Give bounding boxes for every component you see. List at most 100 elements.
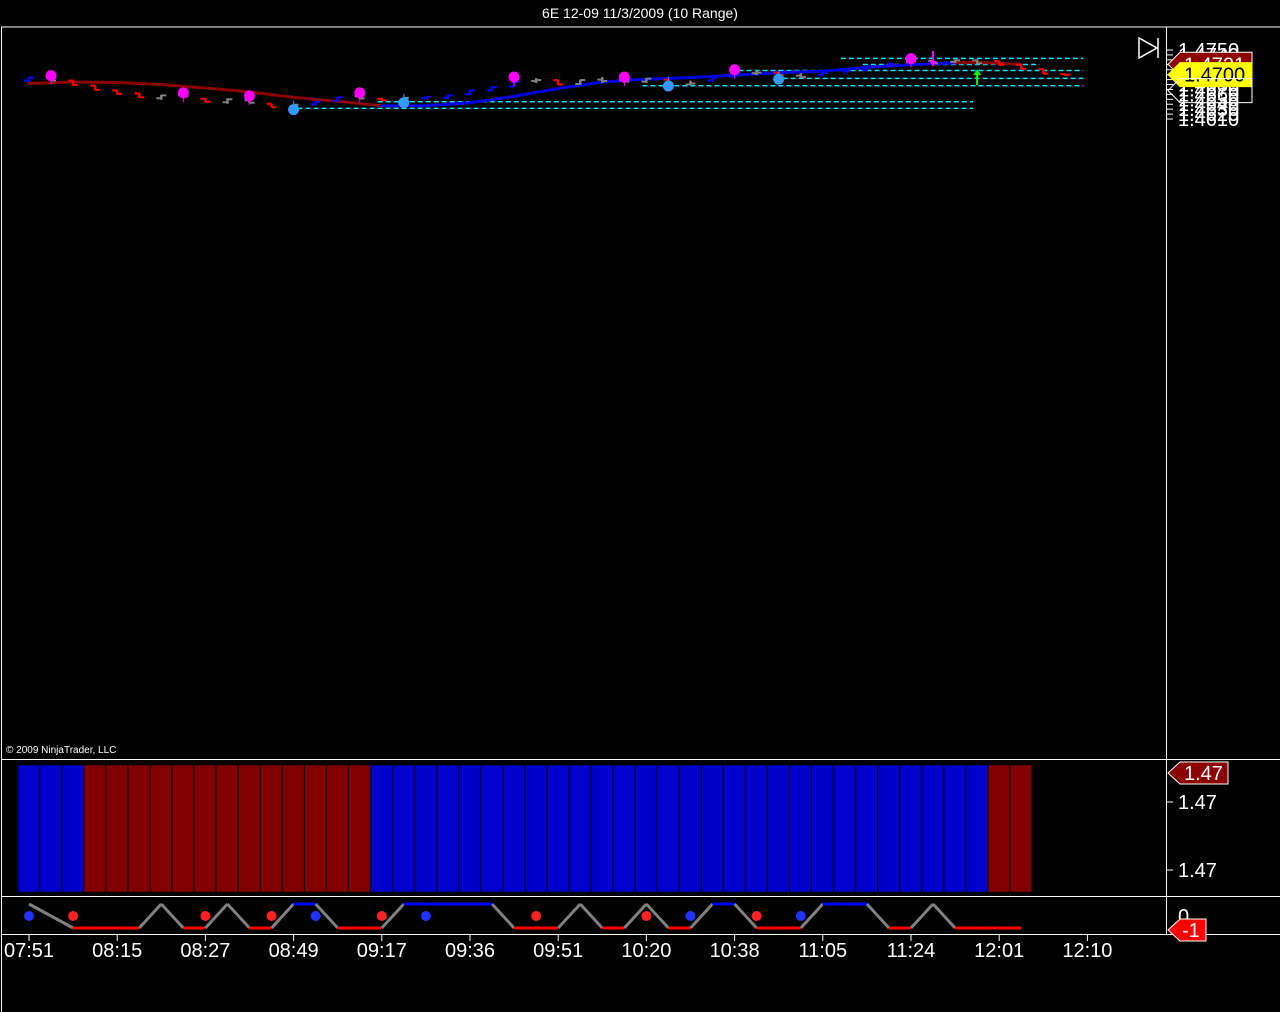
ohlc-bar (90, 84, 101, 91)
pivot-high-dot (45, 70, 57, 82)
ohlc-bar (487, 85, 498, 92)
osc-blue-dot (420, 911, 431, 921)
ma-segment (248, 90, 296, 99)
trend-bar (635, 764, 658, 893)
ohlc-bar (442, 94, 453, 99)
trend-bar (105, 764, 128, 893)
time-tick-label: 08:15 (92, 940, 142, 962)
trend-bar (17, 764, 40, 893)
osc-segment (138, 902, 163, 930)
osc-segment (579, 902, 604, 930)
osc-badge-text: -1 (1182, 920, 1200, 942)
pivot-low-dot (662, 80, 674, 92)
ohlc-bar (222, 98, 233, 104)
chart-canvas: © 2009 NinjaTrader, LLC 1.47501.47401.47… (1, 26, 1280, 1012)
time-tick-label: 08:27 (180, 940, 230, 962)
ohlc-bar (310, 100, 321, 106)
moving-average (27, 60, 1023, 108)
oscillator-panel: 0-1 (24, 902, 1207, 942)
trend-bar (546, 764, 569, 893)
time-tick-label: 09:17 (357, 940, 407, 962)
trend-bar (789, 764, 812, 893)
osc-segment (490, 902, 516, 930)
trend-bar (480, 764, 503, 893)
ohlc-bar (134, 92, 145, 99)
trend-bar (150, 764, 173, 893)
ma-segment (424, 101, 472, 108)
osc-blue-dot (310, 911, 321, 921)
ohlc-bar (839, 69, 850, 74)
ma-segment (115, 81, 163, 87)
trend-bar (216, 764, 239, 893)
trend-bar (569, 764, 591, 893)
trend-bar (348, 764, 371, 893)
trend-bar (899, 764, 922, 893)
osc-segment (909, 902, 935, 930)
pivot-high-dot (177, 87, 189, 99)
osc-red-dot (200, 911, 211, 921)
time-tick-label: 11:05 (799, 940, 848, 962)
trend-bar (811, 764, 834, 893)
osc-segment (865, 902, 891, 930)
ohlc-bar (24, 76, 34, 83)
time-tick-label: 10:38 (710, 940, 760, 962)
osc-blue-dot (24, 911, 34, 921)
trend-bar (745, 764, 768, 893)
trend-bar (877, 764, 900, 893)
pivot-markers (45, 53, 917, 116)
osc-segment (557, 902, 582, 930)
trend-tick-label: 1.47 (1178, 860, 1217, 882)
osc-red-dot (531, 911, 542, 921)
trend-panel: 1.47 1.47 1.47 (17, 761, 1229, 893)
trend-bar (921, 764, 944, 893)
osc-segment (226, 902, 251, 930)
trend-bar (61, 764, 84, 893)
osc-blue-dot (795, 911, 806, 921)
trend-bar (282, 764, 305, 893)
ma-segment (292, 95, 340, 103)
trend-bar (458, 764, 481, 893)
pivot-high-dot (354, 87, 366, 99)
trend-bar (833, 764, 856, 893)
osc-segment (931, 902, 957, 930)
trend-bar (39, 764, 62, 893)
ohlc-bar (376, 97, 387, 102)
copyright-text: © 2009 NinjaTrader, LLC (6, 745, 116, 756)
ma-segment (512, 86, 560, 98)
trend-bar (128, 764, 150, 893)
trend-bar (657, 764, 680, 893)
trend-badge: 1.47 (1167, 761, 1229, 785)
time-tick-label: 08:49 (269, 940, 319, 962)
scroll-to-end-icon[interactable] (1138, 36, 1159, 60)
ohlc-bar (531, 78, 542, 84)
ohlc-bar (685, 80, 696, 86)
last-price-badge: 1.4700 (1167, 62, 1253, 88)
osc-red-dot (641, 911, 652, 921)
trend-bar (326, 764, 349, 893)
trend-bar (987, 764, 1010, 893)
ohlc-bar (420, 95, 431, 100)
time-tick-label: 11:24 (887, 940, 936, 962)
ohlc-bar (156, 94, 167, 100)
trend-badge-text: 1.47 (1184, 763, 1223, 785)
last-price-badge-text: 1.4700 (1184, 65, 1245, 87)
ma-segment (203, 86, 251, 94)
price-tick-label: 1.4610 (1178, 109, 1239, 131)
osc-red-dot (266, 911, 277, 921)
osc-badge: -1 (1167, 918, 1207, 942)
trend-bar (1010, 764, 1032, 893)
ohlc-bar (266, 102, 277, 109)
trend-bar (238, 764, 261, 893)
trend-bar (679, 764, 702, 893)
trend-bar (414, 764, 437, 893)
trend-bar (943, 764, 966, 893)
trend-bar (591, 764, 614, 893)
trend-bar (767, 764, 790, 893)
ma-segment (777, 69, 825, 75)
trend-tick-label: 1.47 (1178, 792, 1217, 814)
time-tick-label: 07:51 (4, 940, 54, 962)
time-tick-label: 12:01 (974, 940, 1024, 962)
osc-red-dot (376, 911, 387, 921)
pivot-low-dot (288, 104, 300, 116)
pivot-high-dot (244, 90, 255, 102)
